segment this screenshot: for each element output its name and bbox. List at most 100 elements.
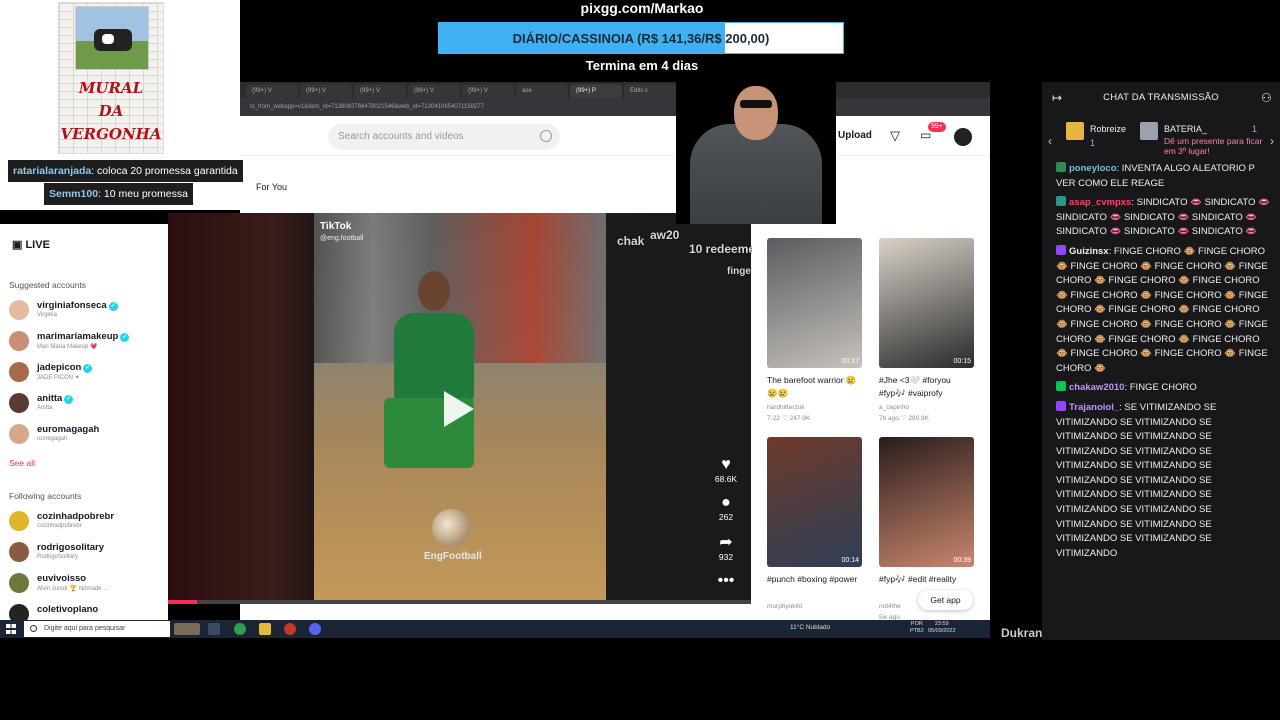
video-caption[interactable]: The barefoot warrior 😢😢😢	[767, 374, 867, 400]
account-item[interactable]: virginiafonseca ✓ Virginia	[9, 298, 169, 322]
comment-button[interactable]: ● 262	[710, 494, 742, 522]
collapse-chat-icon[interactable]: ↦	[1052, 82, 1062, 114]
video-caption[interactable]: #Jhe <3🤍 #foryou #fyp🎶 #vaiprofy	[879, 374, 979, 400]
chevron-right-icon[interactable]: ›	[1270, 134, 1274, 148]
weather-widget[interactable]: 11°C Nublado	[790, 624, 830, 631]
cow-picture	[75, 6, 149, 70]
video-thumbnail[interactable]: 00:39	[879, 437, 974, 567]
video-author[interactable]: hardhitterzuk	[767, 402, 867, 413]
taskbar-search[interactable]: Digite aqui para pesquisar	[24, 621, 170, 637]
account-subtitle: Alvin Junior 🏆 Nômade ...	[37, 586, 109, 592]
browser-tab[interactable]: Edits c	[624, 84, 676, 98]
account-item[interactable]: jadepicon ✓ JADE PICON ✦	[9, 360, 169, 384]
account-item[interactable]: euromagagah romegagah	[9, 422, 169, 446]
browser-url-bar[interactable]: ts_from_webapp=v1&item_id=71380827664780…	[240, 98, 990, 116]
clock-date: 05/09/2022	[928, 628, 956, 634]
gift-leader[interactable]: Robreize 1	[1066, 118, 1146, 158]
facecam-head	[734, 86, 778, 140]
play-icon[interactable]	[444, 391, 474, 427]
video-caption[interactable]: #fyp🎶 #edit #reality	[879, 573, 979, 586]
gift-icon	[1066, 122, 1084, 140]
account-name-text: anitta	[37, 393, 63, 404]
account-name-text: coletivoplano	[37, 604, 99, 615]
chevron-left-icon[interactable]: ‹	[1048, 134, 1052, 148]
video-thumbnail[interactable]: 00:15	[879, 238, 974, 368]
video-author[interactable]: a_cepinho	[879, 402, 979, 413]
windows-start-icon[interactable]	[6, 624, 16, 634]
account-name-text: marimariamakeup	[37, 331, 119, 342]
chat-username[interactable]: poneyloco	[1069, 163, 1117, 174]
verified-icon: ✓	[64, 395, 74, 404]
account-item[interactable]: cozinhadpobrebr cozinhadpobrebr	[9, 509, 169, 533]
browser-tab[interactable]: (99+) V	[354, 84, 406, 98]
chat-messages: poneyloco: INVENTA ALGO ALEATORIO P VER …	[1056, 162, 1272, 566]
avatar	[9, 300, 29, 320]
for-you-link[interactable]: For You	[256, 182, 287, 192]
chat-username[interactable]: chakaw2010	[1069, 382, 1124, 393]
share-button[interactable]: ➦ 932	[710, 534, 742, 562]
browser-tab[interactable]: (99+) V	[462, 84, 514, 98]
browser-tab-bar: (99+) V (99+) V (99+) V (99+) V (99+) Vase (9…	[240, 82, 990, 98]
file-explorer-icon[interactable]	[259, 623, 271, 635]
messages-icon[interactable]: ▽	[890, 128, 900, 144]
overlay-chat-text: chak	[617, 234, 645, 248]
gift-leader-count: 1	[1090, 138, 1096, 148]
verified-icon: ✓	[120, 333, 130, 342]
account-item[interactable]: rodrigosolitary RodrigoSolitary	[9, 540, 169, 564]
taskbar-clock[interactable]: 23:59 05/09/2022	[928, 621, 956, 635]
search-input[interactable]: Search accounts and videos	[328, 124, 560, 150]
video-progress-bar[interactable]	[168, 600, 751, 604]
football	[432, 509, 470, 547]
chat-username[interactable]: asap_cvmpxs	[1069, 197, 1131, 208]
language-indicator[interactable]: POR PTB2	[910, 621, 924, 635]
like-button[interactable]: ♥ 68.6K	[710, 456, 742, 484]
more-button[interactable]: •••	[710, 572, 742, 590]
chrome-icon[interactable]	[234, 623, 246, 635]
avatar	[9, 542, 29, 562]
video-meta: hardhitterzuk 7-22 ♡ 247.9K	[767, 402, 867, 424]
see-all-link[interactable]: See all	[9, 458, 35, 468]
search-icon[interactable]	[540, 130, 552, 142]
chat-message: Guizinsx: FINGE CHORO 🐵 FINGE CHORO 🐵 FI…	[1056, 244, 1272, 376]
mural-title-line2: DA	[98, 102, 124, 120]
avatar	[9, 331, 29, 351]
browser-tab[interactable]: (99+) P	[570, 84, 622, 98]
taskbar-thumbnail-icon[interactable]	[174, 623, 200, 635]
gift-leader[interactable]: BATERIA_ 1 Dê um presente para ficar em …	[1140, 118, 1270, 158]
video-date-likes: 7h ago ♡ 280.9K	[879, 413, 979, 424]
mural-message-text: : coloca 20 promessa garantida	[91, 165, 238, 177]
video-author[interactable]: murphyokito	[767, 601, 867, 612]
account-subtitle: JADE PICON ✦	[37, 375, 80, 381]
account-item[interactable]: euvivoisso Alvin Junior 🏆 Nômade ...	[9, 571, 169, 595]
video-thumbnail[interactable]: 00:17	[767, 238, 862, 368]
profile-avatar[interactable]	[954, 128, 972, 146]
video-caption[interactable]: #punch #boxing #power	[767, 573, 867, 586]
chat-badge-icon	[1056, 244, 1066, 255]
tiktok-logo: TikTok	[320, 221, 352, 232]
discord-icon[interactable]	[309, 623, 321, 635]
chat-username[interactable]: Guizinsx	[1069, 246, 1109, 257]
streamer-name: Dukran	[1001, 626, 1043, 640]
browser-tab[interactable]: (99+) V	[246, 84, 298, 98]
users-icon[interactable]: ⚇	[1261, 82, 1272, 114]
mural-title-line3: VERGONHA	[60, 125, 162, 143]
account-item[interactable]: anitta ✓ Anitta	[9, 391, 169, 415]
goal-label: DIÁRIO/CASSINOIA (R$ 141,36/R$ 200,00)	[512, 31, 770, 46]
video-player[interactable]: TikTok @eng.football EngFootball	[314, 213, 606, 604]
live-link[interactable]: ▣ LIVE	[12, 238, 50, 251]
heart-icon: ♥	[721, 456, 731, 473]
obs-icon[interactable]	[284, 623, 296, 635]
chat-username[interactable]: Trajanoiol_	[1069, 402, 1119, 413]
video-thumbnail[interactable]: 00:14	[767, 437, 862, 567]
account-subtitle: cozinhadpobrebr	[37, 523, 82, 529]
browser-tab[interactable]: (99+) V	[408, 84, 460, 98]
task-view-icon[interactable]	[208, 623, 220, 635]
video-duration: 00:39	[953, 557, 971, 564]
upload-button[interactable]: Upload	[838, 130, 872, 141]
get-app-button[interactable]: Get app	[918, 590, 973, 610]
avatar	[9, 511, 29, 531]
browser-tab[interactable]: (99+) V	[300, 84, 352, 98]
browser-tab[interactable]: ase	[516, 84, 568, 98]
account-item[interactable]: marimariamakeup ✓ Mari Maria Makeup 💗	[9, 329, 169, 353]
verified-icon: ✓	[83, 364, 93, 373]
